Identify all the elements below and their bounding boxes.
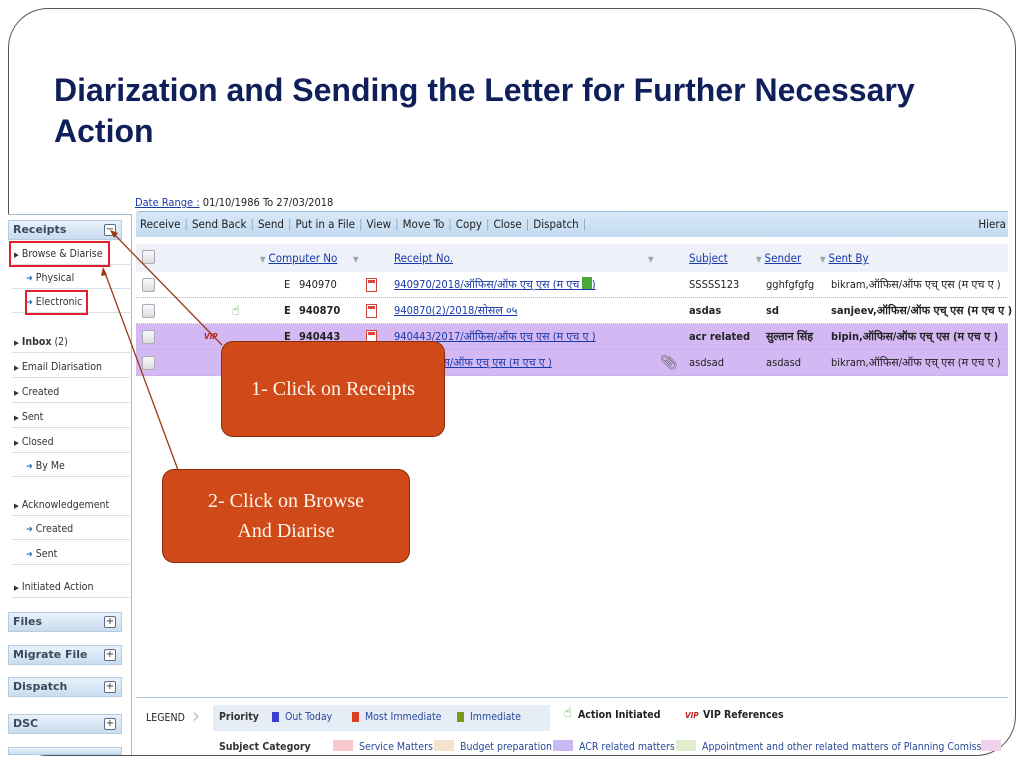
out-today-label: Out Today [285,711,333,723]
budget-preparation-swatch [434,740,454,751]
legend-title: LEGEND [146,712,185,724]
legend: LEGEND › Priority Out Today Most Immedia… [136,697,1008,758]
action-initiated-icon: ☝ [564,705,572,721]
vip-icon: VIP [685,711,699,720]
appointment-swatch [676,740,696,751]
appointment-label: Appointment and other related matters of… [702,741,996,753]
immediate-label: Immediate [470,711,521,723]
subject-category-label: Subject Category [219,741,311,753]
budget-preparation-label: Budget preparation [460,741,552,753]
annotation-arrows [101,230,223,471]
arrow-to-browse-diarise [103,269,179,471]
callout-step-2: 2- Click on Browse And Diarise [162,469,410,563]
priority-label: Priority [219,711,259,723]
acr-related-swatch [553,740,573,751]
acr-related-label: ACR related matters [579,741,675,753]
service-matters-label: Service Matters [359,741,433,753]
out-today-swatch [272,712,279,722]
action-initiated-label: Action Initiated [578,709,661,721]
callout-step-1: 1- Click on Receipts [221,341,445,437]
chevron-right-icon[interactable]: › [192,704,200,729]
arrow-to-receipts [111,231,223,346]
immediate-swatch [457,712,464,722]
most-immediate-label: Most Immediate [365,711,442,723]
arrowhead-icon [101,267,107,276]
category-swatch [981,740,1001,751]
vip-references-label: VIP References [703,709,784,721]
service-matters-swatch [333,740,353,751]
most-immediate-swatch [352,712,359,722]
